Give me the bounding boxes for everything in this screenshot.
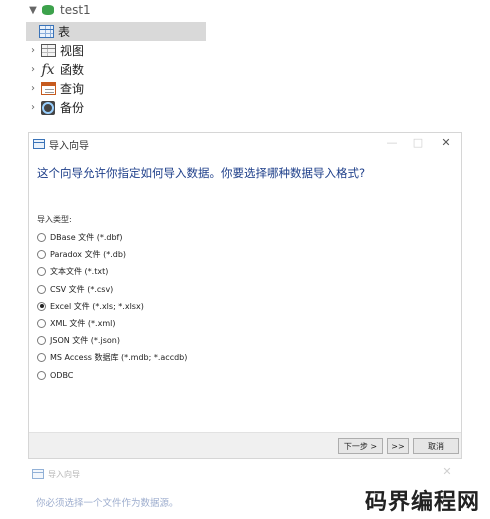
tree-item-label: 备份 (60, 101, 85, 115)
import-type-label: 导入类型: (37, 215, 72, 224)
radio-button[interactable] (37, 250, 46, 260)
dialog-title: 导入向导 (49, 140, 89, 152)
chevron-right-icon[interactable]: › (26, 64, 40, 75)
function-icon: fx (41, 61, 55, 78)
radio-button[interactable] (37, 233, 46, 243)
radio-label: DBase 文件 (*.dbf) (50, 233, 123, 243)
radio-button[interactable] (37, 267, 46, 277)
radio-button[interactable] (37, 353, 46, 363)
database-node[interactable]: ▼ test1 (26, 2, 206, 18)
chevron-right-icon[interactable]: › (26, 102, 40, 113)
tree-item-tables[interactable]: 表 (26, 22, 206, 41)
radio-ms-access[interactable]: MS Access 数据库 (*.mdb; *.accdb) (37, 349, 187, 366)
chevron-right-icon[interactable]: › (26, 83, 40, 94)
radio-label: CSV 文件 (*.csv) (50, 284, 114, 294)
tree-item-label: 查询 (60, 82, 85, 96)
radio-label: ODBC (50, 370, 74, 380)
backup-icon (40, 100, 56, 115)
radio-label: XML 文件 (*.xml) (50, 319, 116, 329)
radio-json[interactable]: JSON 文件 (*.json) (37, 332, 187, 349)
import-wizard-dialog: 导入向导 — □ ✕ 这个向导允许你指定如何导入数据。你要选择哪种数据导入格式?… (28, 132, 462, 459)
radio-button[interactable] (37, 336, 46, 346)
query-icon (40, 82, 56, 96)
radio-dbase[interactable]: DBase 文件 (*.dbf) (37, 229, 187, 246)
radio-csv[interactable]: CSV 文件 (*.csv) (37, 281, 187, 298)
tree-item-functions[interactable]: › fx 函数 (26, 60, 206, 79)
next-button[interactable]: 下一步 > (338, 438, 383, 454)
radio-label: JSON 文件 (*.json) (50, 336, 120, 346)
radio-label: Excel 文件 (*.xls; *.xlsx) (50, 301, 144, 311)
close-icon[interactable]: ✕ (437, 136, 455, 149)
radio-button[interactable] (37, 319, 46, 329)
radio-label: Paradox 文件 (*.db) (50, 250, 127, 260)
dialog-heading: 这个向导允许你指定如何导入数据。你要选择哪种数据导入格式? (37, 166, 366, 180)
tree-item-queries[interactable]: › 查询 (26, 79, 206, 98)
radio-paradox[interactable]: Paradox 文件 (*.db) (37, 246, 187, 263)
database-label: test1 (60, 3, 91, 17)
database-icon (40, 3, 56, 17)
radio-button[interactable] (37, 370, 46, 380)
radio-text[interactable]: 文本文件 (*.txt) (37, 263, 187, 280)
cancel-button[interactable]: 取消 (413, 438, 459, 454)
dialog-title: 导入向导 (48, 469, 80, 479)
tree-item-backups[interactable]: › 备份 (26, 98, 206, 117)
radio-button-selected[interactable] (37, 301, 46, 311)
skip-to-last-button[interactable]: >> (387, 438, 409, 454)
chevron-down-icon[interactable]: ▼ (26, 5, 40, 16)
radio-button[interactable] (37, 284, 46, 294)
watermark: 码界编程网 (364, 490, 480, 515)
window-icon (33, 139, 45, 149)
tree-item-views[interactable]: › 视图 (26, 41, 206, 60)
table-icon (38, 25, 54, 39)
radio-excel[interactable]: Excel 文件 (*.xls; *.xlsx) (37, 298, 187, 315)
radio-label: MS Access 数据库 (*.mdb; *.accdb) (50, 353, 188, 363)
close-icon: ✕ (442, 465, 452, 478)
maximize-icon[interactable]: □ (409, 136, 427, 149)
minimize-icon[interactable]: — (383, 136, 401, 149)
navigator-tree: ▼ test1 表 › 视图 › fx 函数 › 查询 › 备份 (26, 3, 206, 117)
tree-item-label: 函数 (60, 63, 85, 77)
chevron-right-icon[interactable]: › (26, 45, 40, 56)
dialog-footer: 下一步 > >> 取消 (29, 432, 461, 458)
view-icon (40, 44, 56, 58)
tree-item-label: 表 (58, 25, 71, 39)
dialog-heading: 你必须选择一个文件作为数据源。 (36, 498, 179, 509)
window-icon (32, 469, 44, 479)
import-type-radio-group: DBase 文件 (*.dbf) Paradox 文件 (*.db) 文本文件 … (37, 229, 187, 384)
tree-item-label: 视图 (60, 44, 85, 58)
radio-xml[interactable]: XML 文件 (*.xml) (37, 315, 187, 332)
dialog-titlebar: 导入向导 (28, 463, 462, 485)
radio-odbc[interactable]: ODBC (37, 367, 187, 384)
radio-label: 文本文件 (*.txt) (50, 267, 109, 277)
